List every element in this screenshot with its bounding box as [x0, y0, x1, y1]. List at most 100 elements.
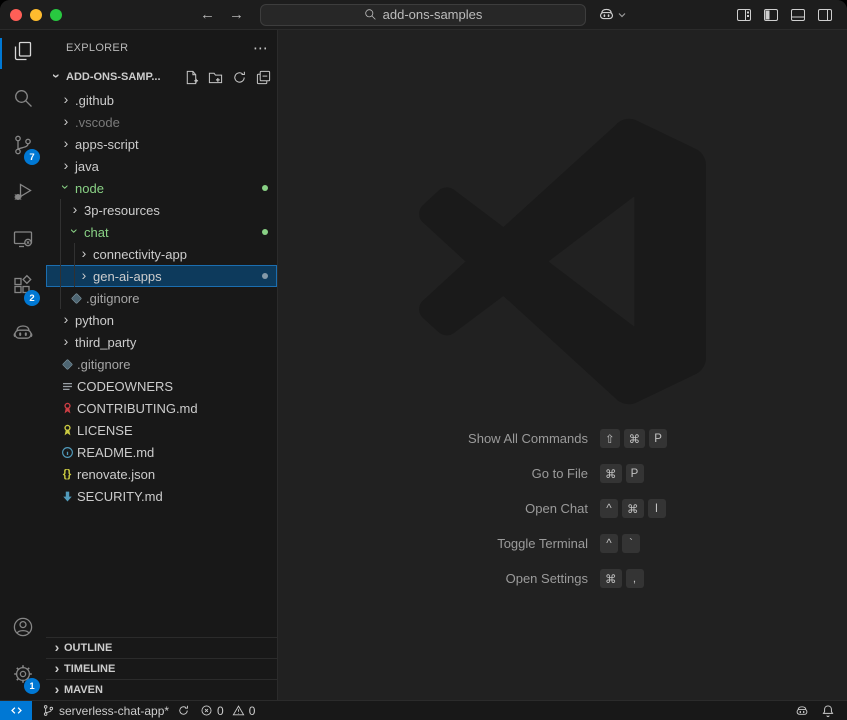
toggle-panel-button[interactable]: [790, 7, 806, 23]
toggle-secondary-sidebar-button[interactable]: [817, 7, 833, 23]
shortcut-keys: ⌘,: [596, 569, 644, 588]
tree-item-renovate-json[interactable]: {}renovate.json: [46, 463, 277, 485]
copilot-menu-button[interactable]: [598, 6, 627, 23]
branch-name: serverless-chat-app*: [59, 704, 169, 718]
more-actions-button[interactable]: ⋯: [253, 39, 269, 57]
shortcut-keys: ⌘P: [596, 464, 644, 483]
layout-controls: [736, 7, 833, 23]
error-count: 0: [217, 704, 224, 718]
sidebar-title-row: EXPLORER ⋯: [46, 30, 277, 65]
tree-item-3p-resources[interactable]: ›3p-resources: [46, 199, 277, 221]
tree-item-java[interactable]: ›java: [46, 155, 277, 177]
copilot-status-icon[interactable]: [795, 704, 809, 718]
tree-item-node[interactable]: ›node: [46, 177, 277, 199]
ribbon-yellow-file-icon: [59, 424, 75, 437]
activity-item-run-debug[interactable]: [0, 171, 46, 218]
tree-item-label: README.md: [77, 445, 154, 460]
shortcut-row: Open Settings⌘,: [278, 561, 847, 596]
customize-layout-button[interactable]: [736, 7, 752, 23]
git-file-icon: [59, 358, 75, 371]
tree-item-apps-script[interactable]: ›apps-script: [46, 133, 277, 155]
tree-item-python[interactable]: ›python: [46, 309, 277, 331]
tree-item-label: chat: [84, 225, 109, 240]
activity-item-extensions[interactable]: 2: [0, 265, 46, 312]
keycap: ⇧: [600, 429, 620, 448]
tree-item-contributing-md[interactable]: CONTRIBUTING.md: [46, 397, 277, 419]
keycap: ⌘: [600, 464, 622, 483]
tree-item--gitignore[interactable]: .gitignore: [46, 287, 277, 309]
chevron-right-icon: ›: [59, 136, 73, 150]
traffic-lights: [10, 9, 62, 21]
chevron-down-icon: ›: [59, 180, 73, 194]
panel-label: TIMELINE: [64, 663, 115, 675]
remote-explorer-icon: [11, 227, 35, 256]
branch-status-button[interactable]: serverless-chat-app*: [42, 704, 190, 718]
tree-item-third-party[interactable]: ›third_party: [46, 331, 277, 353]
chevron-right-icon: ›: [50, 682, 64, 696]
chevron-right-icon: ›: [77, 268, 91, 282]
activity-item-copilot-chat[interactable]: [0, 312, 46, 359]
tree-item-label: 3p-resources: [84, 203, 160, 218]
tree-item-label: node: [75, 181, 104, 196]
tree-item--github[interactable]: ›.github: [46, 89, 277, 111]
keycap: P: [626, 464, 644, 483]
tree-item-chat[interactable]: ›chat: [46, 221, 277, 243]
remote-indicator-button[interactable]: [0, 701, 32, 720]
panel-header-maven[interactable]: ›MAVEN: [46, 679, 277, 700]
close-window-button[interactable]: [10, 9, 22, 21]
status-bar: serverless-chat-app* 0 0: [0, 700, 847, 720]
tree-item-codeowners[interactable]: CODEOWNERS: [46, 375, 277, 397]
chevron-right-icon: ›: [50, 640, 64, 654]
tree-item-license[interactable]: LICENSE: [46, 419, 277, 441]
editor-area: Show All Commands⇧⌘PGo to File⌘POpen Cha…: [278, 30, 847, 700]
tree-item--gitignore[interactable]: .gitignore: [46, 353, 277, 375]
status-bar-right: [795, 704, 835, 718]
activity-item-remote-explorer[interactable]: [0, 218, 46, 265]
refresh-icon[interactable]: [232, 70, 247, 85]
braces-file-icon: {}: [59, 468, 75, 480]
shortcut-label: Show All Commands: [278, 431, 588, 446]
tree-item-security-md[interactable]: SECURITY.md: [46, 485, 277, 507]
tree-item-label: .github: [75, 93, 114, 108]
command-center-search[interactable]: add-ons-samples: [260, 4, 586, 26]
activity-item-manage[interactable]: 1: [0, 653, 46, 700]
chevron-right-icon: ›: [59, 92, 73, 106]
keycap: I: [648, 499, 666, 518]
tree-item-gen-ai-apps[interactable]: ›gen-ai-apps: [46, 265, 277, 287]
tree-item-label: .vscode: [75, 115, 120, 130]
activity-item-source-control[interactable]: 7: [0, 124, 46, 171]
zoom-window-button[interactable]: [50, 9, 62, 21]
shortcut-label: Toggle Terminal: [278, 536, 588, 551]
tree-item-connectivity-app[interactable]: ›connectivity-app: [46, 243, 277, 265]
panel-header-timeline[interactable]: ›TIMELINE: [46, 658, 277, 679]
activity-item-explorer[interactable]: [0, 30, 46, 77]
back-arrow-icon[interactable]: ←: [200, 6, 215, 23]
keycap: ^: [600, 534, 618, 553]
activity-badge: 7: [24, 149, 40, 165]
tree-item--vscode[interactable]: ›.vscode: [46, 111, 277, 133]
explorer-sidebar: EXPLORER ⋯ › ADD-ONS-SAMP... ›.github›.v…: [46, 30, 278, 700]
chevron-down-icon: ›: [68, 224, 82, 238]
collapse-all-icon[interactable]: [256, 70, 271, 85]
keycap: ,: [626, 569, 644, 588]
forward-arrow-icon[interactable]: →: [229, 6, 244, 23]
tree-item-label: apps-script: [75, 137, 139, 152]
activity-item-accounts[interactable]: [0, 606, 46, 653]
new-file-icon[interactable]: [184, 70, 199, 85]
workspace-section-header[interactable]: › ADD-ONS-SAMP...: [46, 65, 277, 89]
panel-header-outline[interactable]: ›OUTLINE: [46, 637, 277, 658]
notifications-bell-icon[interactable]: [821, 704, 835, 718]
problems-button[interactable]: 0 0: [200, 704, 255, 718]
minimize-window-button[interactable]: [30, 9, 42, 21]
modified-dot: [262, 273, 268, 279]
run-debug-icon: [11, 180, 35, 209]
new-folder-icon[interactable]: [208, 70, 223, 85]
chevron-right-icon: ›: [59, 312, 73, 326]
activity-item-search[interactable]: [0, 77, 46, 124]
tree-item-readme-md[interactable]: README.md: [46, 441, 277, 463]
indent-guide: [60, 199, 61, 309]
toggle-primary-sidebar-button[interactable]: [763, 7, 779, 23]
keycap: ⌘: [624, 429, 646, 448]
tree-item-label: CONTRIBUTING.md: [77, 401, 198, 416]
indent-guide: [74, 243, 75, 287]
